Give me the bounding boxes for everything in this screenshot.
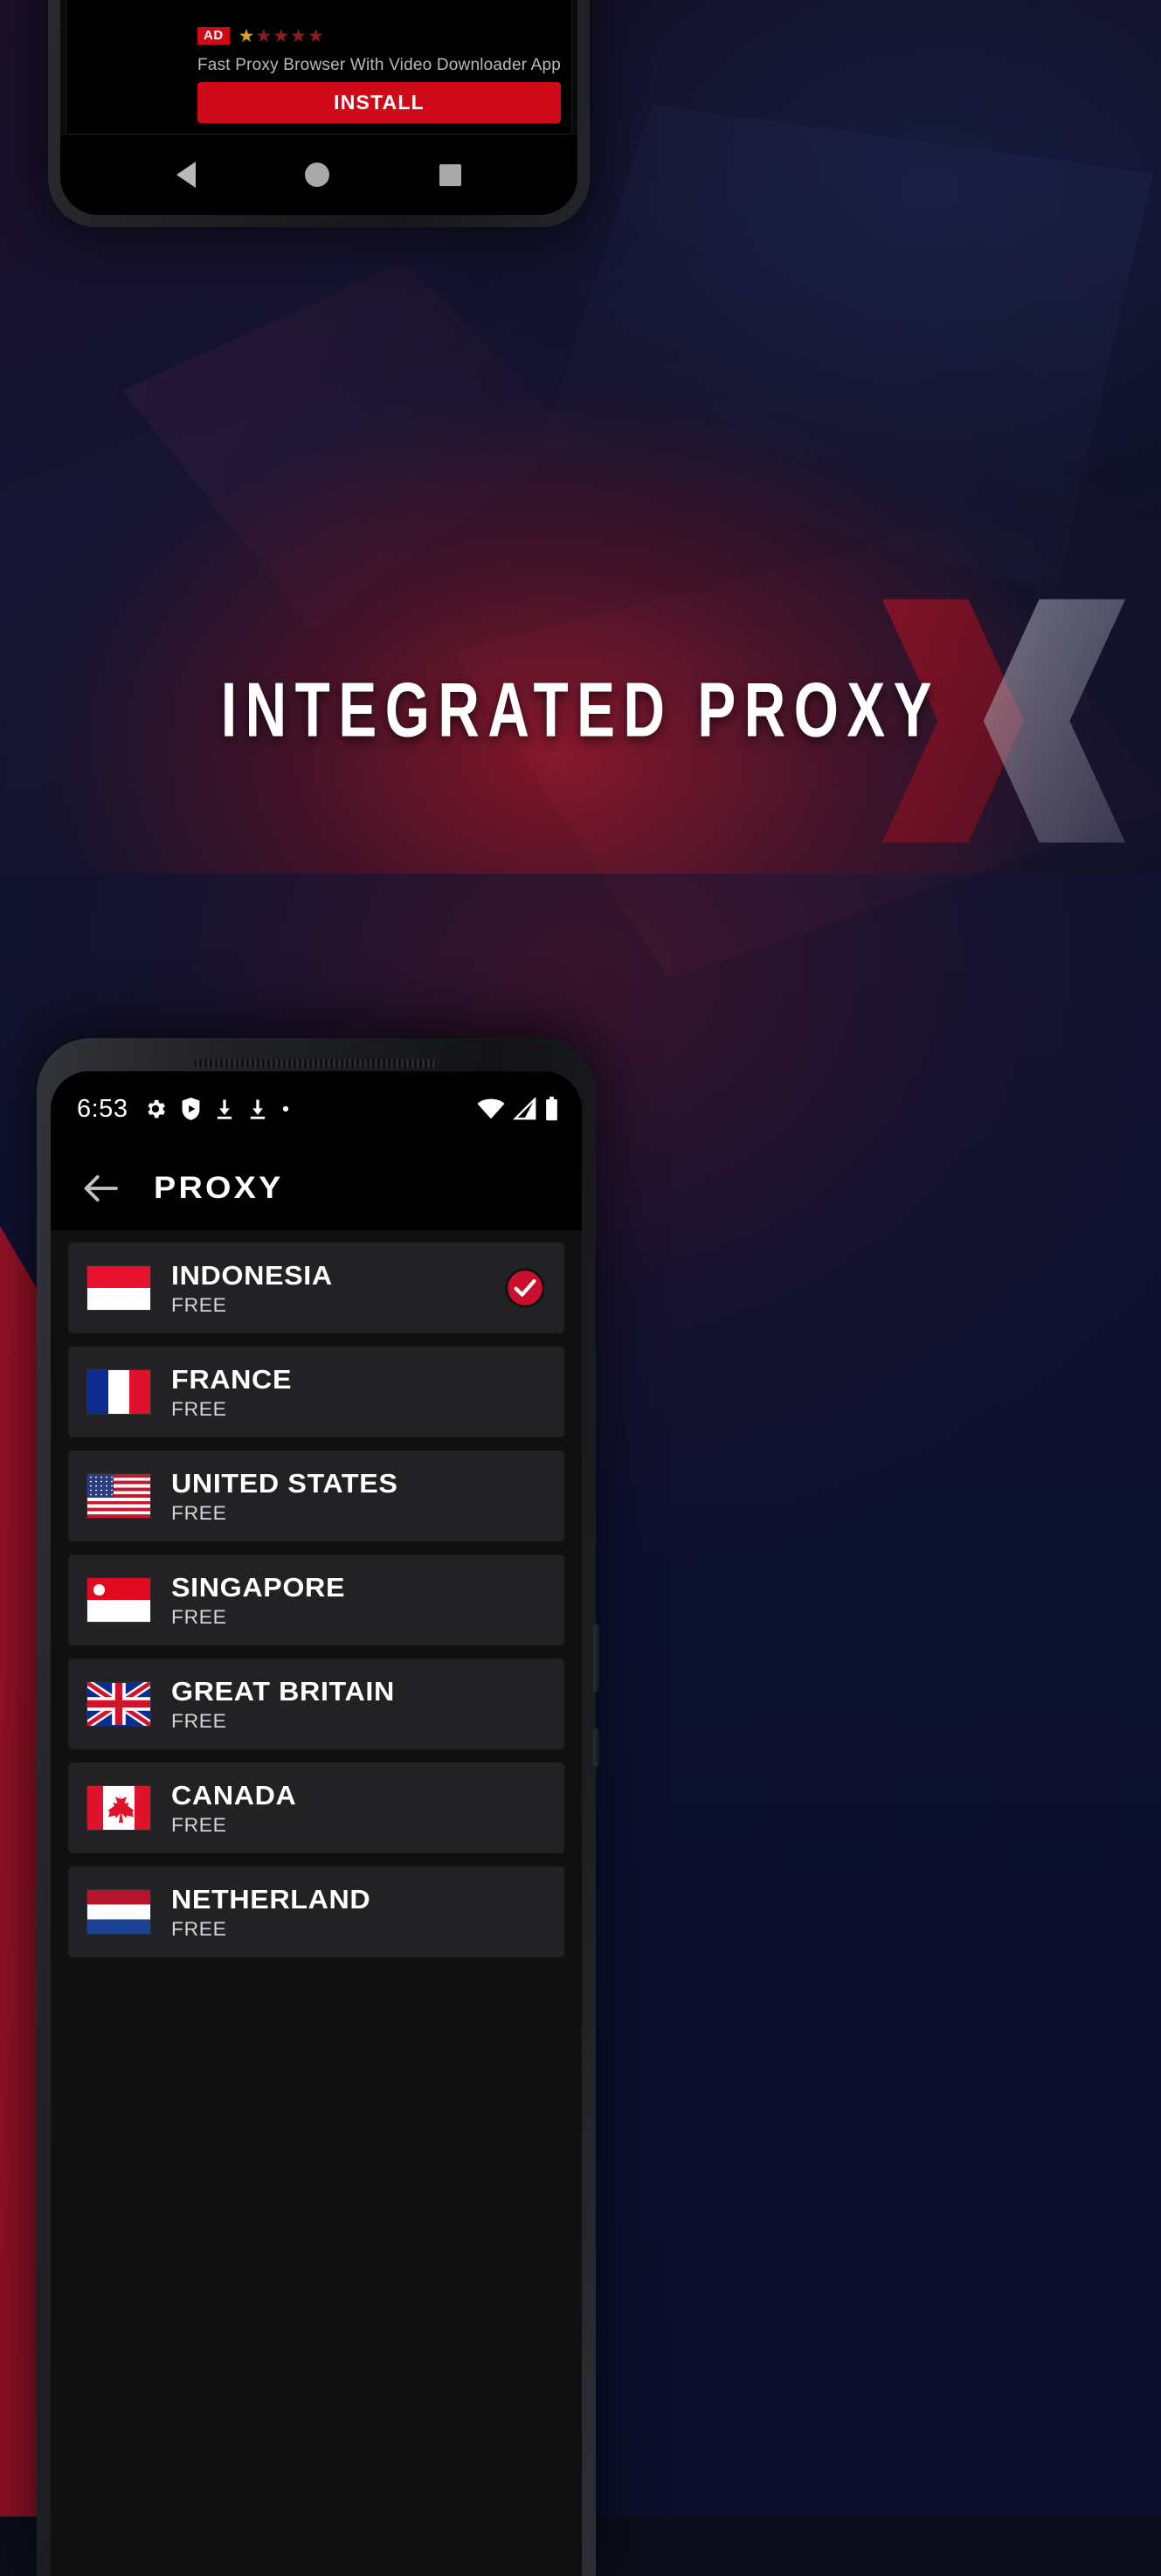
- flag-indonesia-icon: [87, 1266, 150, 1310]
- country-name: NETHERLAND: [171, 1883, 371, 1915]
- status-time: 6:53: [77, 1094, 128, 1123]
- gear-icon: [148, 1099, 166, 1118]
- list-item-text: FRANCE FREE: [171, 1364, 291, 1421]
- list-item-text: NETHERLAND FREE: [171, 1884, 370, 1941]
- list-item[interactable]: NETHERLAND FREE: [68, 1866, 564, 1957]
- country-status: FREE: [171, 1605, 227, 1628]
- flag-singapore-icon: [87, 1578, 150, 1622]
- country-status: FREE: [171, 1709, 227, 1732]
- country-name: INDONESIA: [171, 1259, 333, 1291]
- top-phone-screen: AD ★ ★ ★ ★ ★ Fast Proxy Browser With Vid…: [60, 0, 577, 215]
- star-icon: ★: [255, 25, 273, 46]
- bottom-phone-mockup: 6:53 PROXY INDONESIA FREE FRANCE FREE UN…: [37, 1038, 599, 2576]
- country-name: CANADA: [171, 1779, 297, 1811]
- home-circle-icon[interactable]: [305, 163, 330, 187]
- rating-stars: ★ ★ ★ ★ ★: [238, 27, 324, 45]
- list-item-text: CANADA FREE: [171, 1780, 296, 1837]
- star-icon: ★: [290, 25, 307, 46]
- country-status: FREE: [171, 1917, 227, 1940]
- list-item[interactable]: UNITED STATES FREE: [68, 1451, 564, 1541]
- status-bar: 6:53: [51, 1071, 582, 1146]
- country-status: FREE: [171, 1813, 227, 1836]
- status-badge[interactable]: [505, 1268, 545, 1308]
- back-triangle-icon[interactable]: [176, 162, 196, 188]
- star-icon: ★: [307, 25, 324, 46]
- country-name: UNITED STATES: [171, 1467, 398, 1499]
- dot-icon: [283, 1105, 289, 1112]
- download-icon: [251, 1099, 266, 1119]
- flag-france-icon: [87, 1370, 150, 1414]
- list-item-text: SINGAPORE FREE: [171, 1572, 344, 1629]
- list-item-text: INDONESIA FREE: [171, 1260, 332, 1317]
- app-logo: [66, 0, 197, 134]
- ad-banner[interactable]: AD ★ ★ ★ ★ ★ Fast Proxy Browser With Vid…: [66, 0, 572, 135]
- wifi-icon: [477, 1098, 505, 1119]
- list-item[interactable]: CANADA FREE: [68, 1762, 564, 1853]
- star-icon: ★: [238, 25, 255, 46]
- arrow-left-icon: [84, 1174, 118, 1202]
- power-button[interactable]: [593, 1728, 599, 1767]
- ad-badge: AD: [197, 26, 230, 45]
- flag-canada-icon: [87, 1786, 150, 1830]
- download-icon: [218, 1099, 232, 1119]
- android-navigation-bar: [60, 135, 577, 215]
- status-left-icons: [143, 1097, 291, 1121]
- ad-meta-row: AD ★ ★ ★ ★ ★: [197, 24, 561, 47]
- volume-button[interactable]: [593, 1624, 599, 1692]
- headline-section: INTEGRATED PROXY: [0, 599, 1161, 843]
- list-item[interactable]: FRANCE FREE: [68, 1347, 564, 1437]
- proxy-screen: 6:53 PROXY INDONESIA FREE FRANCE FREE UN…: [51, 1071, 582, 2576]
- list-item[interactable]: GREAT BRITAIN FREE: [68, 1658, 564, 1749]
- country-status: FREE: [171, 1397, 227, 1420]
- install-button[interactable]: INSTALL: [197, 82, 562, 123]
- back-button[interactable]: [77, 1165, 124, 1212]
- status-right-icons: [476, 1097, 559, 1121]
- country-status: FREE: [171, 1501, 227, 1524]
- check-circle-icon: [505, 1268, 545, 1308]
- top-phone-mockup: AD ★ ★ ★ ★ ★ Fast Proxy Browser With Vid…: [48, 0, 590, 227]
- shield-play-icon: [183, 1098, 200, 1120]
- flag-united-states-icon: [87, 1474, 150, 1518]
- battery-icon: [546, 1097, 557, 1121]
- ad-description: Fast Proxy Browser With Video Downloader…: [197, 56, 562, 74]
- proxy-country-list[interactable]: INDONESIA FREE FRANCE FREE UNITED STATES…: [51, 1230, 582, 2576]
- ad-content: AD ★ ★ ★ ★ ★ Fast Proxy Browser With Vid…: [197, 0, 571, 134]
- country-status: FREE: [171, 1293, 227, 1316]
- flag-great-britain-icon: [87, 1682, 150, 1726]
- star-icon: ★: [273, 25, 290, 46]
- list-item-text: GREAT BRITAIN FREE: [171, 1676, 394, 1733]
- page-title: PROXY: [154, 1171, 284, 1205]
- flag-netherlands-icon: [87, 1890, 150, 1934]
- list-item[interactable]: SINGAPORE FREE: [68, 1555, 564, 1645]
- country-name: FRANCE: [171, 1363, 293, 1395]
- list-item[interactable]: INDONESIA FREE: [68, 1243, 564, 1333]
- recents-square-icon[interactable]: [439, 163, 462, 186]
- country-name: GREAT BRITAIN: [171, 1675, 395, 1707]
- page-title: INTEGRATED PROXY: [220, 668, 941, 754]
- speaker-grille: [194, 1059, 439, 1068]
- list-item-text: UNITED STATES FREE: [171, 1468, 397, 1525]
- cellular-signal-icon: [513, 1098, 536, 1120]
- country-name: SINGAPORE: [171, 1571, 346, 1603]
- app-bar: PROXY: [51, 1146, 582, 1230]
